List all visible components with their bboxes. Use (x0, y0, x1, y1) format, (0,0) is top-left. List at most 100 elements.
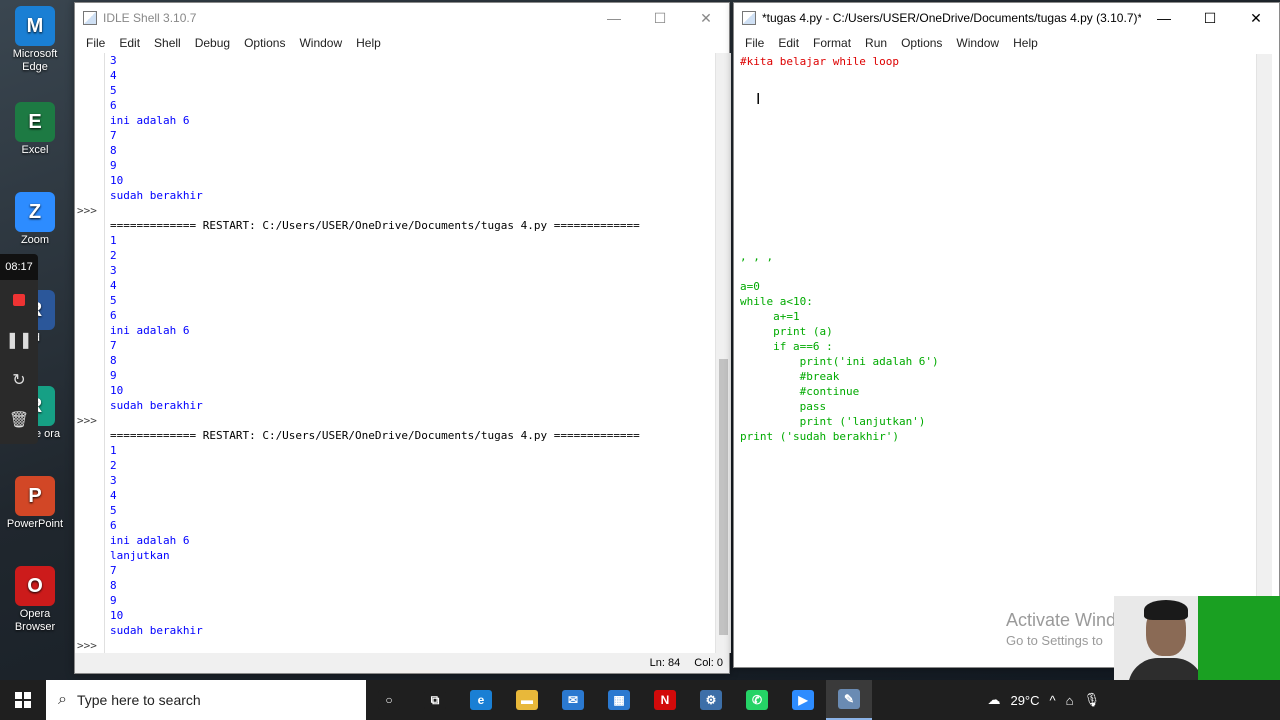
code-line: a=0 (740, 280, 760, 293)
maximize-button[interactable]: ☐ (1187, 3, 1233, 33)
code-line: if a==6 : (740, 340, 833, 353)
whatsapp-button[interactable]: ✆ (734, 680, 780, 720)
file-explorer-icon: ▬ (516, 690, 538, 710)
recorder-restart-button[interactable]: ↻ (0, 360, 38, 400)
zoom-taskbar-button[interactable]: ▶ (780, 680, 826, 720)
taskbar-apps: ○ ⧉ e ▬ ✉ ▦ N ⚙ ✆ ▶ ✎ (366, 680, 872, 720)
editor-menu-help[interactable]: Help (1006, 36, 1045, 50)
idle-app-icon (742, 11, 756, 25)
shell-prompt (77, 428, 104, 443)
mail-button[interactable]: ✉ (550, 680, 596, 720)
minimize-icon: — (607, 10, 621, 26)
shell-prompt (77, 233, 104, 248)
editor-titlebar: *tugas 4.py - C:/Users/USER/OneDrive/Doc… (734, 3, 1279, 33)
minimize-button[interactable]: — (1141, 3, 1187, 33)
shell-line: 1 (110, 234, 117, 247)
text-cursor-icon: I (756, 91, 761, 108)
desktop-shortcut-label: Microsoft Edge (12, 48, 58, 73)
shell-prompt (77, 113, 104, 128)
desktop-shortcut[interactable]: Z Zoom (2, 192, 68, 247)
shell-prompt (77, 53, 104, 68)
idle-taskbar-icon: ✎ (838, 689, 860, 709)
shell-prompt (77, 593, 104, 608)
editor-menu-file[interactable]: File (738, 36, 771, 50)
editor-menu-format[interactable]: Format (806, 36, 858, 50)
shell-line: 5 (110, 294, 117, 307)
idle-taskbar-button[interactable]: ✎ (826, 680, 872, 720)
shell-prompt (77, 608, 104, 623)
shell-menu-options[interactable]: Options (237, 36, 292, 50)
recorder-stop-button[interactable] (0, 280, 38, 320)
network-icon[interactable]: ⌂ (1066, 693, 1074, 708)
minimize-icon: — (1157, 10, 1171, 26)
shell-vertical-scrollbar[interactable] (715, 53, 731, 653)
editor-menu-run[interactable]: Run (858, 36, 894, 50)
maximize-button[interactable]: ☐ (637, 3, 683, 33)
edge-taskbar-button[interactable]: e (458, 680, 504, 720)
shell-prompt (77, 308, 104, 323)
shell-menu-window[interactable]: Window (292, 36, 349, 50)
desktop-shortcut[interactable]: M Microsoft Edge (2, 6, 68, 74)
shell-output[interactable]: 3 4 5 6 ini adalah 6 7 8 9 10 sudah berakhir ====… (110, 53, 710, 653)
shell-line: 2 (110, 249, 117, 262)
cortana-button[interactable]: ○ (366, 680, 412, 720)
shell-line: 1 (110, 444, 117, 457)
store-button[interactable]: ▦ (596, 680, 642, 720)
zoom-icon: Z (15, 192, 55, 232)
shell-prompt (77, 218, 104, 233)
microphone-icon[interactable]: 🎙 (1083, 692, 1100, 708)
start-button[interactable] (0, 680, 46, 720)
code-line: print ('sudah berakhir') (740, 430, 899, 443)
shell-line: 9 (110, 369, 117, 382)
recorder-delete-button[interactable]: 🗑 (0, 400, 38, 440)
powerpoint-icon: P (15, 476, 55, 516)
recorder-toolbar: 08:17 ❚❚ ↻ 🗑 (0, 254, 38, 444)
netflix-button[interactable]: N (642, 680, 688, 720)
shell-menu-debug[interactable]: Debug (188, 36, 237, 50)
shell-line: sudah berakhir (110, 189, 203, 202)
task-view-button[interactable]: ⧉ (412, 680, 458, 720)
shell-line: 4 (110, 279, 117, 292)
editor-menu-edit[interactable]: Edit (771, 36, 806, 50)
close-button[interactable]: ✕ (683, 3, 729, 33)
shell-line: sudah berakhir (110, 624, 203, 637)
shell-prompt (77, 68, 104, 83)
search-placeholder: Type here to search (76, 692, 201, 708)
shell-line: 4 (110, 69, 117, 82)
editor-menu-window[interactable]: Window (949, 36, 1006, 50)
search-icon: ⌕ (58, 691, 67, 708)
shell-menu-shell[interactable]: Shell (147, 36, 188, 50)
taskbar-search-box[interactable]: ⌕ Type here to search (46, 680, 366, 720)
idle-app-icon (83, 11, 97, 25)
maximize-icon: ☐ (653, 9, 667, 26)
desktop-shortcut[interactable]: E Excel (2, 102, 68, 157)
minimize-button[interactable]: — (591, 3, 637, 33)
editor-menu-options[interactable]: Options (894, 36, 949, 50)
recorder-pause-button[interactable]: ❚❚ (0, 320, 38, 360)
code-editor[interactable]: #kita belajar while loop , , , a=0 while … (740, 54, 1254, 654)
close-button[interactable]: ✕ (1233, 3, 1279, 33)
desktop-shortcut[interactable]: P PowerPoint (2, 476, 68, 531)
zoom-taskbar-icon: ▶ (792, 690, 814, 710)
python-button[interactable]: ⚙ (688, 680, 734, 720)
shell-scroll-thumb[interactable] (719, 359, 728, 635)
shell-prompt (77, 293, 104, 308)
shell-prompt (77, 458, 104, 473)
shell-menu-help[interactable]: Help (349, 36, 388, 50)
code-line: print('ini adalah 6') (740, 355, 939, 368)
shell-prompt (77, 398, 104, 413)
shell-menu-file[interactable]: File (79, 36, 112, 50)
desktop-shortcut[interactable]: O Opera Browser (2, 566, 68, 634)
editor-vertical-scrollbar[interactable] (1256, 54, 1272, 654)
shell-line: 10 (110, 174, 124, 187)
opera-icon: O (15, 566, 55, 606)
shell-menu-edit[interactable]: Edit (112, 36, 147, 50)
code-line: a+=1 (740, 310, 800, 323)
tray-chevron-icon[interactable]: ^ (1050, 693, 1056, 708)
file-explorer-button[interactable]: ▬ (504, 680, 550, 720)
shell-prompt (77, 323, 104, 338)
